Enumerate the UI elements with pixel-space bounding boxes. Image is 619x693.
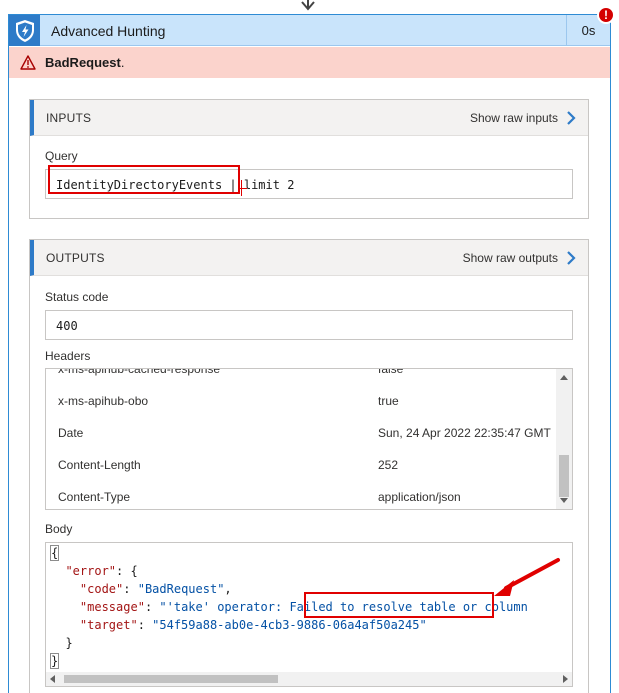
headers-vertical-scrollbar[interactable] [556,369,572,509]
action-title-bar[interactable]: Advanced Hunting 0s [9,15,610,46]
json-punct: } [65,636,73,650]
header-value: false [378,368,404,376]
scrollbar-thumb[interactable] [64,675,278,683]
header-key: x-ms-apihub-cached-response [58,368,221,376]
json-value: "54f59a88-ab0e-4cb3-9886-06a4af50a245" [152,618,427,632]
json-punct: : { [116,564,138,578]
outputs-section: OUTPUTS Show raw outputs Status code 400… [29,239,589,693]
status-code-value: 400 [56,319,78,333]
error-message: BadRequest. [45,55,125,70]
chevron-right-icon[interactable] [566,250,576,266]
inputs-section-header: INPUTS Show raw inputs [30,100,588,136]
action-title: Advanced Hunting [51,23,166,39]
code-line: "code": "BadRequest", [79,582,232,596]
json-value: "'take' operator: [159,600,290,614]
close-brace: } [49,653,60,669]
show-raw-outputs-link[interactable]: Show raw outputs [463,251,558,265]
show-raw-inputs-link[interactable]: Show raw inputs [470,111,558,125]
header-value: true [378,394,399,408]
status-code-label: Status code [45,290,109,304]
body-horizontal-scrollbar[interactable] [46,672,572,686]
error-banner: BadRequest. [9,47,610,78]
query-table-annotation [48,165,240,194]
headers-table[interactable]: x-ms-apihub-cached-response false x-ms-a… [45,368,573,510]
code-line: "target": "54f59a88-ab0e-4cb3-9886-06a4a… [79,618,427,632]
inputs-section: INPUTS Show raw inputs Query IdentityDir… [29,99,589,219]
chevron-right-icon[interactable] [566,110,576,126]
error-text-annotation [304,592,494,618]
json-value: "BadRequest" [137,582,225,596]
text-cursor-stem [241,180,242,196]
header-key: Content-Type [58,490,131,504]
annotation-arrow-icon [494,558,560,596]
header-value: Sun, 24 Apr 2022 22:35:47 GMT [378,426,551,440]
scroll-down-icon[interactable] [560,498,568,503]
json-key: "target" [79,618,138,632]
query-label: Query [45,149,78,163]
header-key: Content-Length [58,458,141,472]
defender-shield-icon [9,15,40,46]
table-row: Content-Length 252 [46,449,556,481]
header-value: application/json [378,490,461,504]
json-key: "code" [79,582,124,596]
json-key: "error" [65,564,117,578]
body-label: Body [45,522,73,536]
flow-connector-arrow-icon [301,0,315,11]
status-code-field[interactable]: 400 [45,310,573,340]
table-row: x-ms-apihub-cached-response false [46,368,556,385]
code-line: } [51,634,73,652]
header-key: Date [58,426,84,440]
outputs-section-title: OUTPUTS [46,251,105,265]
table-row: Date Sun, 24 Apr 2022 22:35:47 GMT [46,417,556,449]
warning-icon [20,55,36,70]
scroll-right-icon[interactable] [563,675,568,683]
json-key: "message" [79,600,145,614]
table-row: Content-Type application/json [46,481,556,509]
error-status-badge: ! [597,6,615,24]
outputs-section-header: OUTPUTS Show raw outputs [30,240,588,276]
scroll-left-icon[interactable] [50,675,55,683]
table-row: x-ms-apihub-obo true [46,385,556,417]
headers-label: Headers [45,349,91,363]
scroll-up-icon[interactable] [560,375,568,380]
scrollbar-thumb[interactable] [559,455,569,497]
header-value: 252 [378,458,399,472]
code-line: "error": { [51,562,138,580]
open-brace: { [49,545,60,561]
code-line: } [49,652,60,670]
inputs-section-title: INPUTS [46,111,92,125]
header-key: x-ms-apihub-obo [58,394,149,408]
code-line: { [49,544,60,562]
